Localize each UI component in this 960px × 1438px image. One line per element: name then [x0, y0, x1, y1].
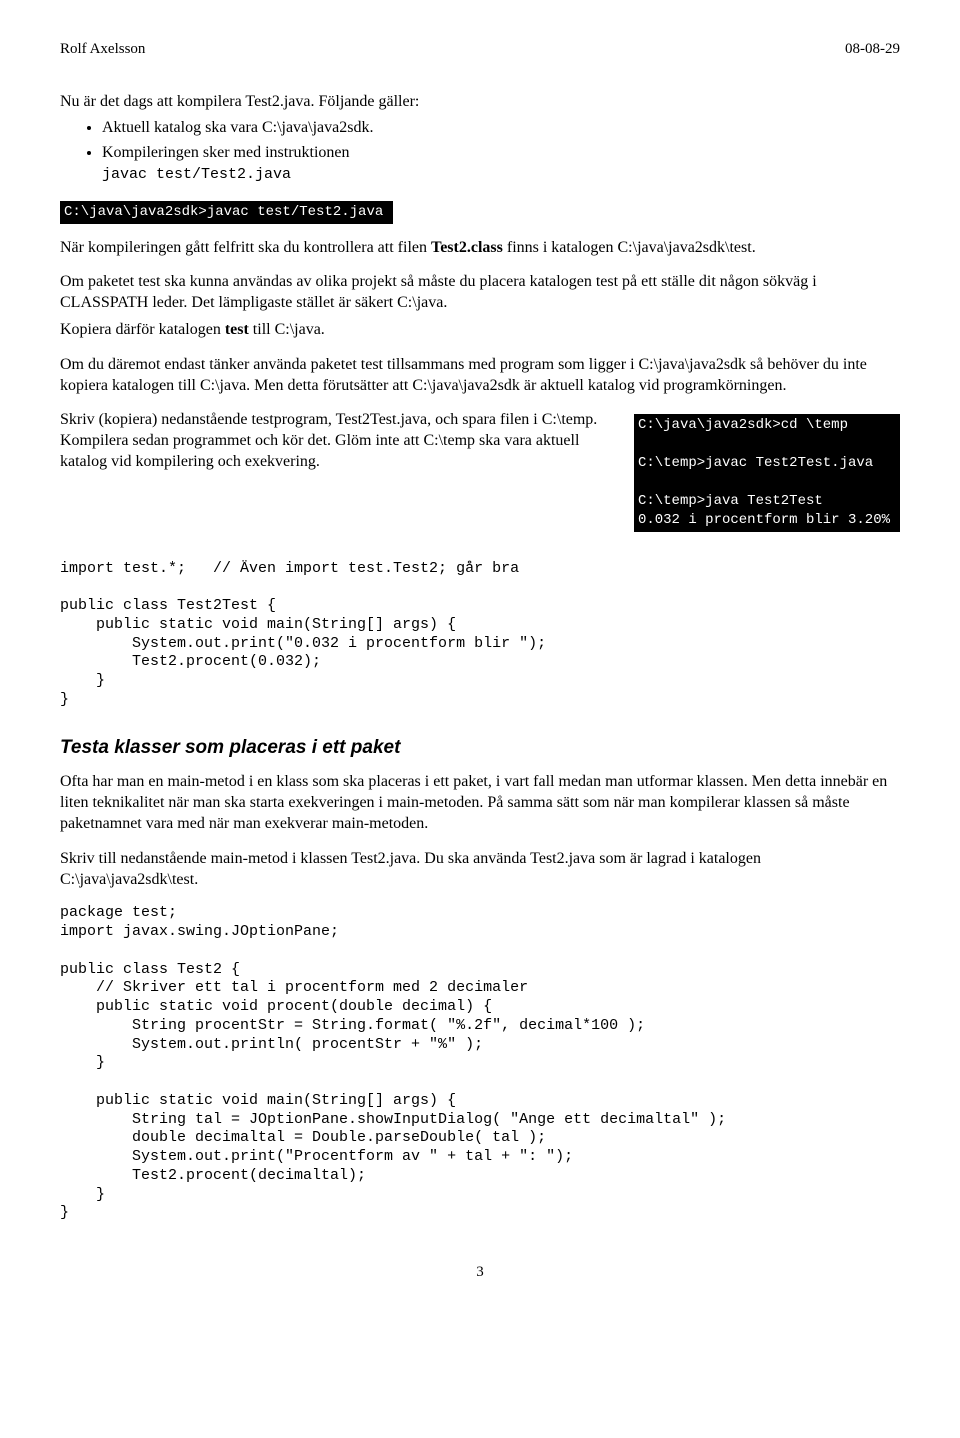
paragraph: Om paketet test ska kunna användas av ol…: [60, 272, 900, 314]
author: Rolf Axelsson: [60, 40, 145, 60]
bullet-text: Aktuell katalog ska vara C:\java\java2sd…: [102, 119, 373, 136]
date: 08-08-29: [845, 40, 900, 60]
paragraph: Kopiera därför katalogen test till C:\ja…: [60, 320, 900, 341]
terminal-output-1: C:\java\java2sdk>javac test/Test2.java: [60, 201, 393, 224]
list-item: Kompileringen sker med instruktionen jav…: [102, 143, 900, 185]
paragraph: När kompileringen gått felfritt ska du k…: [60, 238, 900, 259]
list-item: Aktuell katalog ska vara C:\java\java2sd…: [102, 118, 900, 139]
terminal-output-2: C:\java\java2sdk>cd \temp C:\temp>javac …: [634, 414, 900, 531]
intro-paragraph: Nu är det dags att kompilera Test2.java.…: [60, 92, 900, 113]
bullet-list: Aktuell katalog ska vara C:\java\java2sd…: [60, 118, 900, 184]
page-number: 3: [60, 1263, 900, 1283]
section-heading: Testa klasser som placeras i ett paket: [60, 736, 900, 761]
paragraph: Om du däremot endast tänker använda pake…: [60, 355, 900, 397]
paragraph: Skriv till nedanstående main-metod i kla…: [60, 849, 900, 891]
bullet-text: Kompileringen sker med instruktionen: [102, 144, 350, 161]
page-header: Rolf Axelsson 08-08-29: [60, 40, 900, 60]
bullet-code: javac test/Test2.java: [102, 166, 291, 183]
paragraph: Ofta har man en main-metod i en klass so…: [60, 772, 900, 834]
code-block-2: package test; import javax.swing.JOption…: [60, 904, 900, 1223]
code-block-1: import test.*; // Även import test.Test2…: [60, 560, 900, 710]
